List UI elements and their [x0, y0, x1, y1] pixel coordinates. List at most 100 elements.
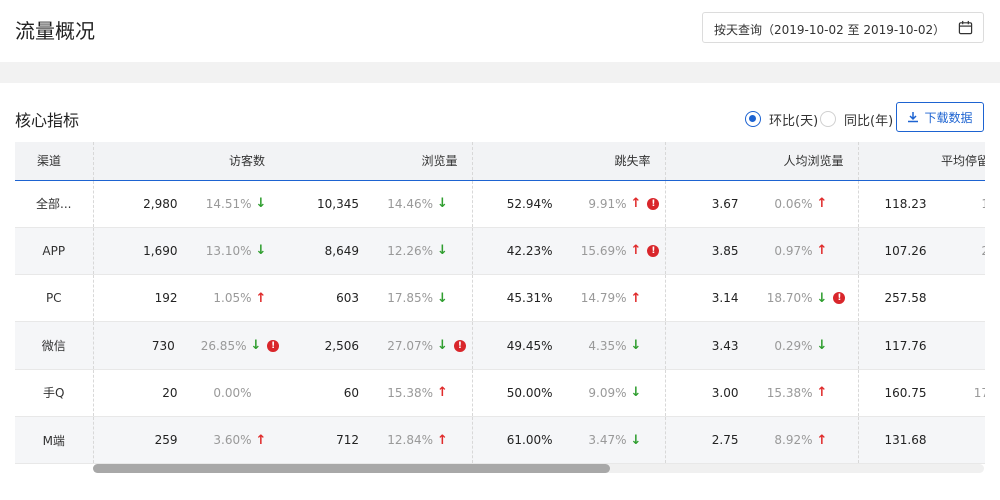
metric-change: 17.85% [387, 291, 433, 306]
date-range-label: 按天查询（2019-10-02 至 2019-10-02） [714, 23, 946, 37]
channel-cell: 微信 [15, 321, 93, 370]
arrow-down-icon: ↓ [630, 385, 642, 401]
scrollbar-thumb[interactable] [93, 464, 610, 473]
metric-cell: 2.75 8.92% ↑ [664, 416, 858, 464]
horizontal-scrollbar[interactable] [93, 464, 984, 473]
metric-cell: 3.67 0.06% ↑ [664, 180, 858, 228]
metric-value: 45.31% [506, 291, 553, 306]
column-header[interactable]: 访客数 [92, 142, 279, 181]
metric-change: 20. [931, 244, 985, 258]
metric-cell: 3.00 15.38% ↑ [664, 369, 858, 417]
table-row: M端 259 3.60% ↑ 712 12.84% ↑ 61.00% 3.47% ↓ 2.75 8.9… [15, 416, 986, 464]
channel-cell: PC [15, 274, 93, 323]
metric-value: 42.23% [506, 243, 553, 258]
arrow-down-icon: ↓ [816, 338, 828, 354]
metric-cell: 20 0.00% [92, 369, 279, 417]
channel-cell: APP [15, 227, 93, 276]
metric-change: 12.84% [387, 433, 433, 448]
metric-value: 3.85 [711, 243, 739, 258]
metric-cell: 117.76 0. [857, 321, 985, 370]
arrow-up-icon: ↑ [255, 290, 267, 306]
metric-cell: 45.31% 14.79% ↑ [471, 274, 665, 323]
metric-change: 3.60% [213, 433, 252, 448]
core-metrics-table: 渠道 访客数 浏览量 跳失率 人均浏览量 平均停留时 全部... 2,980 14.… [15, 142, 985, 464]
metric-change: 14.51% [205, 196, 252, 211]
column-header: 渠道 [15, 142, 93, 181]
metric-value: 118.23 [884, 196, 927, 211]
metric-value: 2,980 [143, 196, 178, 211]
arrow-up-icon: ↑ [816, 243, 828, 259]
metric-change: 4.35% [588, 338, 627, 353]
column-header[interactable]: 浏览量 [279, 142, 472, 181]
metric-change: 3.47% [588, 433, 627, 448]
radio-hoh-circle[interactable] [745, 111, 761, 127]
alert-icon[interactable]: ! [647, 197, 660, 210]
metric-change: 8.92% [774, 433, 813, 448]
metric-change: 0.97% [774, 243, 813, 258]
radio-yoy-circle[interactable] [820, 111, 836, 127]
alert-icon[interactable]: ! [267, 339, 279, 352]
download-data-button[interactable]: 下载数据 [896, 102, 984, 132]
arrow-down-icon: ↓ [437, 196, 448, 212]
metric-change: 15.69% [580, 243, 627, 258]
metric-value: 49.45% [506, 338, 553, 353]
metric-change: 1.05% [213, 291, 252, 306]
metric-cell: 192 1.05% ↑ [92, 274, 279, 323]
metric-cell: 712 12.84% ↑ [279, 416, 472, 464]
metric-value: 20 [162, 385, 178, 400]
metric-cell: 131.68 9. [857, 416, 986, 464]
arrow-up-icon: ↑ [816, 196, 828, 212]
column-header[interactable]: 平均停留时 [857, 142, 985, 181]
radio-hoh-label: 环比(天) [769, 113, 819, 129]
page-header: 流量概况 按天查询（2019-10-02 至 2019-10-02） [0, 0, 1000, 62]
metric-change: 9. [931, 433, 986, 447]
metric-change: 9.09% [588, 385, 627, 400]
download-data-label: 下载数据 [924, 110, 973, 125]
metric-value: 10,345 [317, 196, 359, 211]
calendar-icon[interactable] [958, 20, 973, 35]
metric-value: 52.94% [506, 196, 553, 211]
alert-icon[interactable]: ! [833, 292, 846, 305]
metric-value: 730 [151, 338, 175, 353]
column-header[interactable]: 跳失率 [471, 142, 665, 181]
metric-value: 257.58 [884, 291, 927, 306]
radio-yoy-label: 同比(年) [844, 113, 894, 129]
arrow-down-icon: ↓ [437, 338, 448, 354]
table-row: APP 1,690 13.10% ↓ 8,649 12.26% ↓ 42.23% 15.69% ↑… [15, 227, 985, 276]
table-row: 手Q 20 0.00% 60 15.38% ↑ 50.00% 9.09% ↓ 3.00 15.38%… [15, 369, 985, 417]
page-title: 流量概况 [15, 19, 95, 43]
radio-hoh[interactable]: 环比(天) [745, 110, 819, 129]
metric-value: 61.00% [506, 433, 553, 448]
arrow-up-icon: ↑ [630, 290, 642, 306]
metric-cell: 61.00% 3.47% ↓ [471, 416, 665, 464]
arrow-down-icon: ↓ [630, 432, 642, 448]
metric-cell: 52.94% 9.91% ↑! [471, 180, 665, 228]
section-title: 核心指标 [15, 111, 80, 130]
column-header[interactable]: 人均浏览量 [664, 142, 858, 181]
arrow-up-icon: ↑ [630, 196, 642, 212]
metric-cell: 1,690 13.10% ↓ [92, 227, 279, 276]
metric-cell: 259 3.60% ↑ [92, 416, 279, 464]
arrow-up-icon: ↑ [816, 432, 828, 448]
metric-value: 107.26 [884, 243, 927, 258]
metric-value: 160.75 [884, 385, 927, 400]
arrow-down-icon: ↓ [255, 243, 267, 259]
alert-icon[interactable]: ! [647, 244, 660, 257]
metric-change: 0.29% [774, 338, 813, 353]
metric-cell: 257.58 5. [857, 274, 985, 323]
metric-value: 3.43 [711, 338, 739, 353]
metric-value: 259 [154, 433, 178, 448]
date-range-picker[interactable]: 按天查询（2019-10-02 至 2019-10-02） [702, 12, 984, 43]
metric-change: 27.07% [387, 338, 433, 353]
metric-cell: 60 15.38% ↑ [279, 369, 472, 417]
metric-value: 712 [336, 433, 359, 448]
metric-cell: 3.85 0.97% ↑ [664, 227, 858, 276]
metric-cell: 2,980 14.51% ↓ [92, 180, 279, 228]
channel-cell: 手Q [15, 369, 93, 417]
radio-yoy[interactable]: 同比(年) [820, 110, 894, 129]
metric-value: 603 [336, 291, 359, 306]
metric-value: 117.76 [884, 338, 927, 353]
alert-icon[interactable]: ! [453, 339, 466, 352]
metric-value: 2.75 [711, 433, 739, 448]
metric-cell: 107.26 20. [857, 227, 985, 276]
